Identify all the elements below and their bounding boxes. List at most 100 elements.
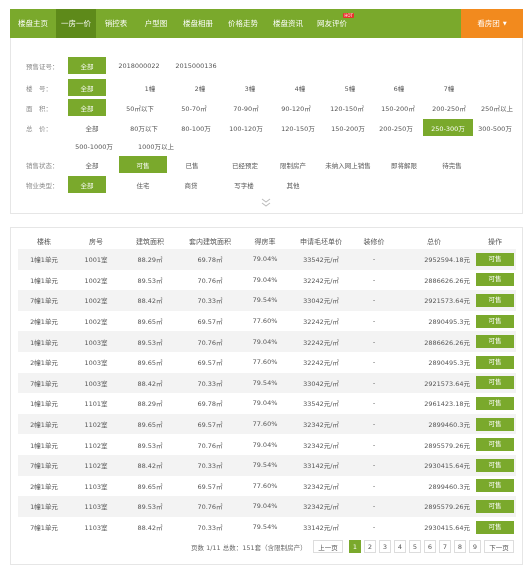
filter-option-area-3[interactable]: 70-90㎡ xyxy=(223,99,269,116)
page-button-8[interactable]: 8 xyxy=(454,540,466,553)
filter-option-type-0[interactable]: 全部 xyxy=(68,176,106,193)
pagination: 页数 1/11 总数：151套（含限制房产） 上一页 1 2 3 4 5 6 7 8 9 下一页 xyxy=(11,538,524,554)
available-button[interactable]: 可售 xyxy=(476,520,514,534)
available-button[interactable]: 可售 xyxy=(476,376,514,390)
table-row: 7幢1单元 1002室 88.42㎡ 70.33㎡ 79.54% 33042元/㎡ -292… xyxy=(18,290,516,311)
filter-option-building-7[interactable]: 7幢 xyxy=(432,79,466,96)
filter-option-area-8[interactable]: 250㎡以上 xyxy=(475,99,519,116)
filter-option-building-3[interactable]: 3幢 xyxy=(233,79,267,96)
page-button-4[interactable]: 4 xyxy=(394,540,406,553)
filter-option-status-0[interactable]: 全部 xyxy=(68,156,116,173)
filter-option-total-10[interactable]: 1000万以上 xyxy=(131,137,181,154)
column-header-3: 套内建筑面积 xyxy=(189,238,231,246)
table-cell: 1102室 xyxy=(84,441,108,450)
available-button[interactable]: 可售 xyxy=(476,417,514,431)
table-cell: 1幢1单元 xyxy=(18,331,70,352)
page-button-3[interactable]: 3 xyxy=(379,540,391,553)
filter-option-total-4[interactable]: 120-150万 xyxy=(274,119,322,136)
filter-option-area-5[interactable]: 120-150㎡ xyxy=(323,99,371,116)
table-cell: 2952594.18元 xyxy=(394,249,474,270)
available-button[interactable]: 可售 xyxy=(476,335,514,349)
filter-option-status-7[interactable]: 待完售 xyxy=(431,156,473,173)
filter-option-status-5[interactable]: 未纳入网上销售 xyxy=(316,156,380,173)
table-cell: 2幢1单元 xyxy=(30,482,58,491)
filter-option-type-4[interactable]: 其他 xyxy=(273,176,313,193)
filter-option-total-6[interactable]: 200-250万 xyxy=(372,119,420,136)
table-cell: 33142元/㎡ xyxy=(303,524,339,533)
filter-option-type-3[interactable]: 写字楼 xyxy=(221,176,267,193)
filter-option-total-1[interactable]: 80万以下 xyxy=(119,119,169,136)
filter-option-total-0[interactable]: 全部 xyxy=(68,119,116,136)
filter-option-status-6[interactable]: 即将解限 xyxy=(383,156,425,173)
filter-option-total-7[interactable]: 250-300万 xyxy=(423,119,473,136)
filter-option-type-1[interactable]: 住宅 xyxy=(120,176,166,193)
table-row: 2幢1单元 1103室 89.65㎡ 69.57㎡ 77.60% 32342元/㎡ - 289… xyxy=(18,476,516,497)
pagination-info: 页数 1/11 总数：151套（含限制房产） xyxy=(191,544,307,552)
filter-option-total-2[interactable]: 80-100万 xyxy=(173,119,219,136)
available-button[interactable]: 可售 xyxy=(476,438,514,452)
filter-option-area-1[interactable]: 50㎡以下 xyxy=(117,99,163,116)
filter-option-status-2[interactable]: 已售 xyxy=(171,156,213,173)
page-button-7[interactable]: 7 xyxy=(439,540,451,553)
filter-option-status-4[interactable]: 限制房产 xyxy=(273,156,313,173)
filter-option-area-4[interactable]: 90-120㎡ xyxy=(273,99,319,116)
nav-tab-3[interactable]: 户型图 xyxy=(136,9,176,38)
available-button[interactable]: 可售 xyxy=(476,458,514,472)
available-button[interactable]: 可售 xyxy=(476,479,514,493)
filter-option-total-3[interactable]: 100-120万 xyxy=(222,119,270,136)
prev-page-button[interactable]: 上一页 xyxy=(313,540,343,553)
page-button-5[interactable]: 5 xyxy=(409,540,421,553)
filter-option-total-5[interactable]: 150-200万 xyxy=(324,119,372,136)
page-button-1[interactable]: 1 xyxy=(349,540,361,553)
next-page-button[interactable]: 下一页 xyxy=(484,540,514,553)
table-cell: 70.76㎡ xyxy=(197,441,223,450)
nav-tab-5[interactable]: 价格走势 xyxy=(220,9,266,38)
filter-option-type-2[interactable]: 商贷 xyxy=(169,176,213,193)
filter-option-total-9[interactable]: 500-1000万 xyxy=(68,137,120,154)
filter-option-building-0[interactable]: 全部 xyxy=(68,79,106,96)
page-button-6[interactable]: 6 xyxy=(424,540,436,553)
table-cell: 77.60% xyxy=(252,317,278,326)
table-cell: 70.33㎡ xyxy=(197,524,223,533)
filter-option-area-7[interactable]: 200-250㎡ xyxy=(425,99,473,116)
filter-option-building-4[interactable]: 4幢 xyxy=(283,79,317,96)
nav-tab-2[interactable]: 销控表 xyxy=(96,9,136,38)
column-header-4: 得房率 xyxy=(254,238,276,246)
chevron-down-double-icon[interactable] xyxy=(261,198,271,210)
table-row: 7幢1单元 1102室 88.42㎡ 70.33㎡ 79.54% 33142元/㎡ -293… xyxy=(18,454,516,476)
available-button[interactable]: 可售 xyxy=(476,396,514,410)
filter-option-status-1[interactable]: 可售 xyxy=(119,156,167,173)
nav-tab-6[interactable]: 楼盘资讯 xyxy=(266,9,310,38)
filter-option-building-2[interactable]: 2幢 xyxy=(183,79,217,96)
available-button[interactable]: 可售 xyxy=(476,355,514,369)
filter-option-presale-0[interactable]: 全部 xyxy=(68,57,106,74)
table-cell: 70.76㎡ xyxy=(178,331,242,352)
filter-option-area-0[interactable]: 全部 xyxy=(68,99,106,116)
filter-option-presale-1[interactable]: 2018000022 xyxy=(111,57,167,74)
available-button[interactable]: 可售 xyxy=(476,293,514,307)
table-cell: 可售 xyxy=(474,454,516,476)
page-button-9[interactable]: 9 xyxy=(469,540,481,553)
filter-option-building-6[interactable]: 6幢 xyxy=(382,79,416,96)
table-cell: 可售 xyxy=(474,372,516,394)
filter-option-status-3[interactable]: 已经预定 xyxy=(221,156,269,173)
page-button-2[interactable]: 2 xyxy=(364,540,376,553)
nav-tab-7[interactable]: 网友评价 HOT xyxy=(310,9,354,38)
nav-tab-4[interactable]: 楼盘相册 xyxy=(176,9,220,38)
filter-option-building-1[interactable]: 1幢 xyxy=(133,79,167,96)
available-button[interactable]: 可售 xyxy=(476,499,514,513)
viewing-tour-button[interactable]: 看房团 ▼ xyxy=(461,9,523,38)
available-button[interactable]: 可售 xyxy=(476,252,514,266)
nav-tab-0[interactable]: 楼盘主页 xyxy=(10,9,56,38)
filter-option-presale-2[interactable]: 2015000136 xyxy=(169,57,223,74)
table-cell: 79.04% xyxy=(252,275,278,284)
filter-option-building-5[interactable]: 5幢 xyxy=(333,79,367,96)
filter-option-area-6[interactable]: 150-200㎡ xyxy=(374,99,422,116)
table-cell: 2899460.3元 xyxy=(394,413,474,435)
listing-table-panel: 楼栋 房号 建筑面积 套内建筑面积 得房率 申请毛坯单价 装修价 总价 操作 1幢1单元 1001… xyxy=(10,227,523,565)
nav-tab-1[interactable]: 一房一价 xyxy=(56,9,96,38)
available-button[interactable]: 可售 xyxy=(476,314,514,328)
filter-option-total-8[interactable]: 300-500万 xyxy=(471,119,519,136)
filter-option-area-2[interactable]: 50-70㎡ xyxy=(171,99,217,116)
available-button[interactable]: 可售 xyxy=(476,273,514,287)
